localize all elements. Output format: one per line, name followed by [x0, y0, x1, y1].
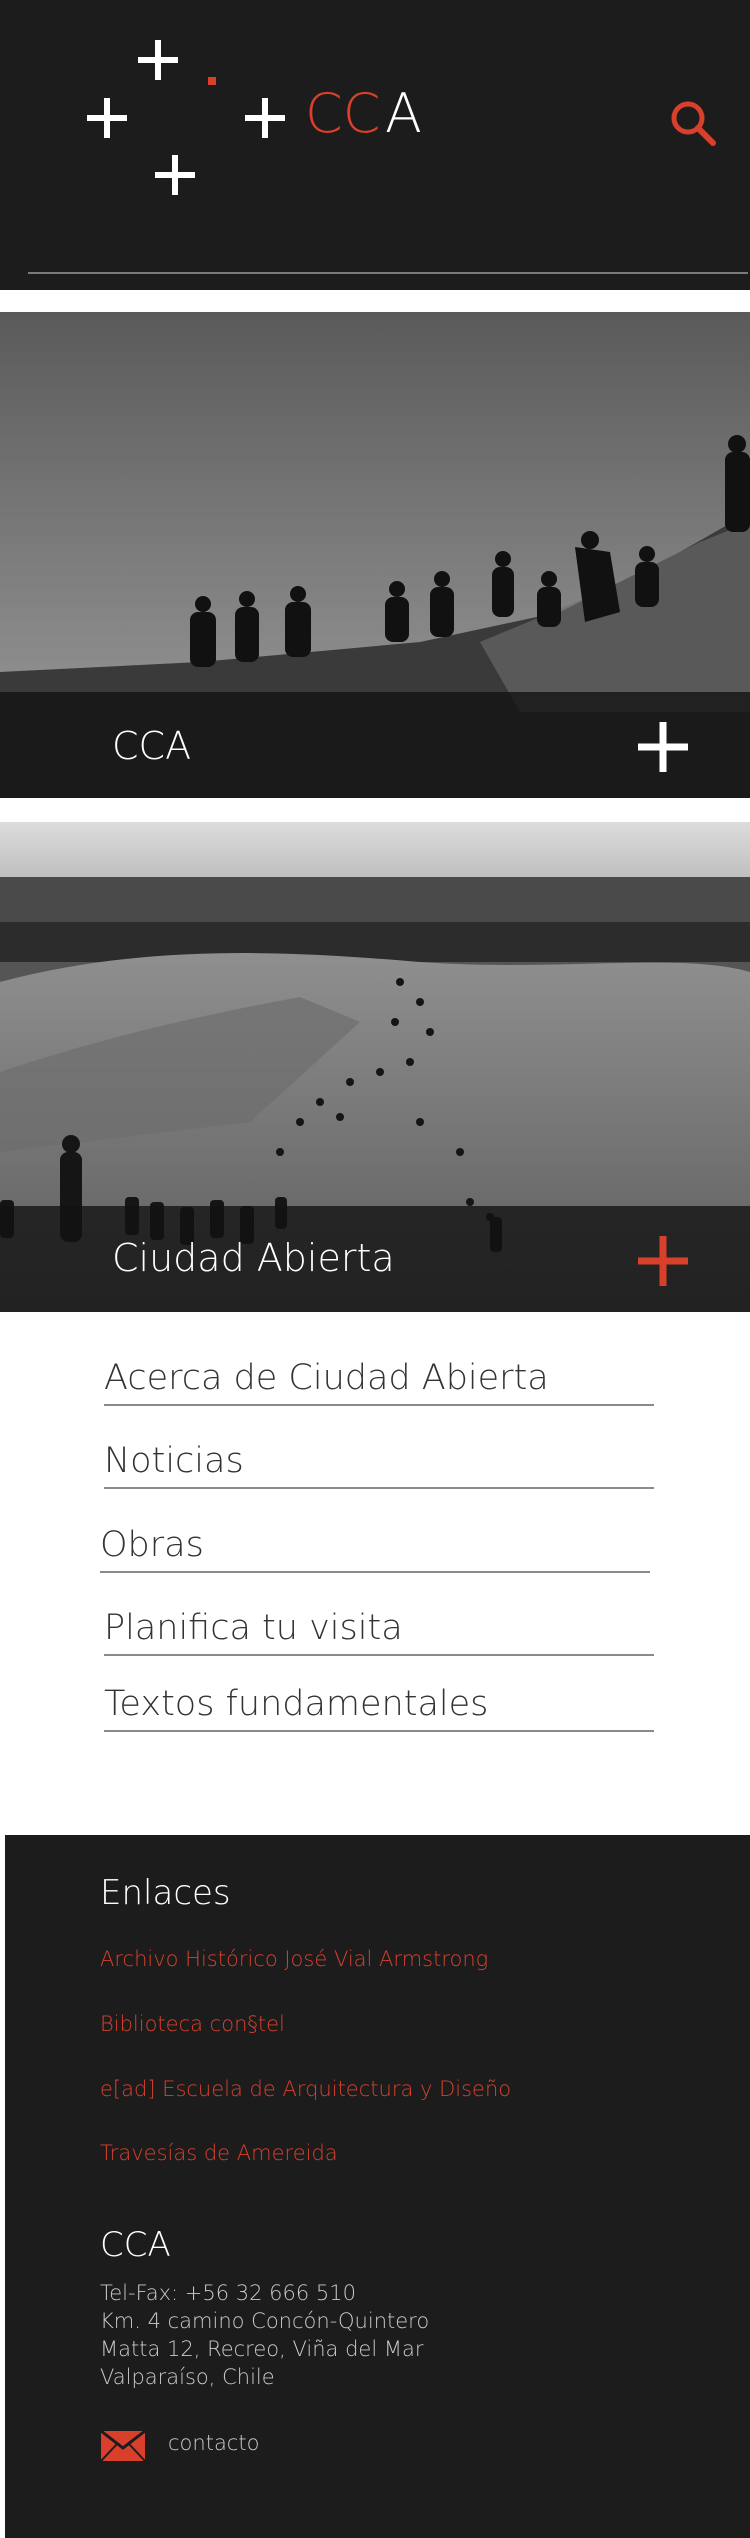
- hero-title-cca: CCA: [112, 724, 192, 768]
- hero-card-cca[interactable]: CCA: [0, 312, 750, 798]
- link-travesias[interactable]: Travesías de Amereida: [100, 2141, 338, 2165]
- header-divider: [28, 272, 748, 274]
- link-archivo-historico[interactable]: Archivo Histórico José Vial Armstrong: [100, 1947, 488, 1971]
- hero-band-cca: CCA: [0, 692, 750, 798]
- menu-item-obras[interactable]: Obras: [100, 1525, 650, 1573]
- logo-text-cc: CC: [305, 82, 380, 145]
- logo-text-a: A: [385, 82, 422, 145]
- mail-icon[interactable]: [100, 2430, 146, 2462]
- menu-item-noticias[interactable]: Noticias: [104, 1441, 654, 1489]
- address-block: Tel-Fax: +56 32 666 510 Km. 4 camino Con…: [100, 2279, 429, 2391]
- address-line-3: Valparaíso, Chile: [100, 2365, 275, 2389]
- address-line-1: Km. 4 camino Concón-Quintero: [100, 2309, 430, 2333]
- links-heading: Enlaces: [100, 1873, 231, 1913]
- site-header: CC A: [0, 0, 750, 290]
- link-escuela[interactable]: e[ad] Escuela de Arquitectura y Diseño: [100, 2077, 511, 2101]
- menu-item-planifica[interactable]: Planifica tu visita: [104, 1608, 654, 1656]
- hero-band-ciudad-abierta: Ciudad Abierta: [0, 1206, 750, 1312]
- contact-link[interactable]: contacto: [168, 2431, 259, 2455]
- cca-logo[interactable]: CC A: [80, 30, 440, 200]
- plus-icon[interactable]: [636, 720, 690, 774]
- org-heading: CCA: [100, 2225, 171, 2265]
- logo-dot-icon: [208, 77, 216, 85]
- menu-item-textos[interactable]: Textos fundamentales: [104, 1684, 654, 1732]
- address-line-2: Matta 12, Recreo, Viña del Mar: [100, 2337, 424, 2361]
- plus-icon[interactable]: [636, 1234, 690, 1288]
- hero-card-ciudad-abierta[interactable]: Ciudad Abierta: [0, 822, 750, 1312]
- search-icon[interactable]: [668, 98, 718, 148]
- link-biblioteca[interactable]: Biblioteca con§tel: [100, 2012, 285, 2036]
- site-footer: Enlaces Archivo Histórico José Vial Arms…: [5, 1835, 750, 2538]
- menu-item-acerca[interactable]: Acerca de Ciudad Abierta: [104, 1358, 654, 1406]
- address-phone: Tel-Fax: +56 32 666 510: [100, 2281, 357, 2305]
- logo-crosses-icon: [87, 40, 285, 195]
- hero-title-ciudad-abierta: Ciudad Abierta: [112, 1236, 395, 1280]
